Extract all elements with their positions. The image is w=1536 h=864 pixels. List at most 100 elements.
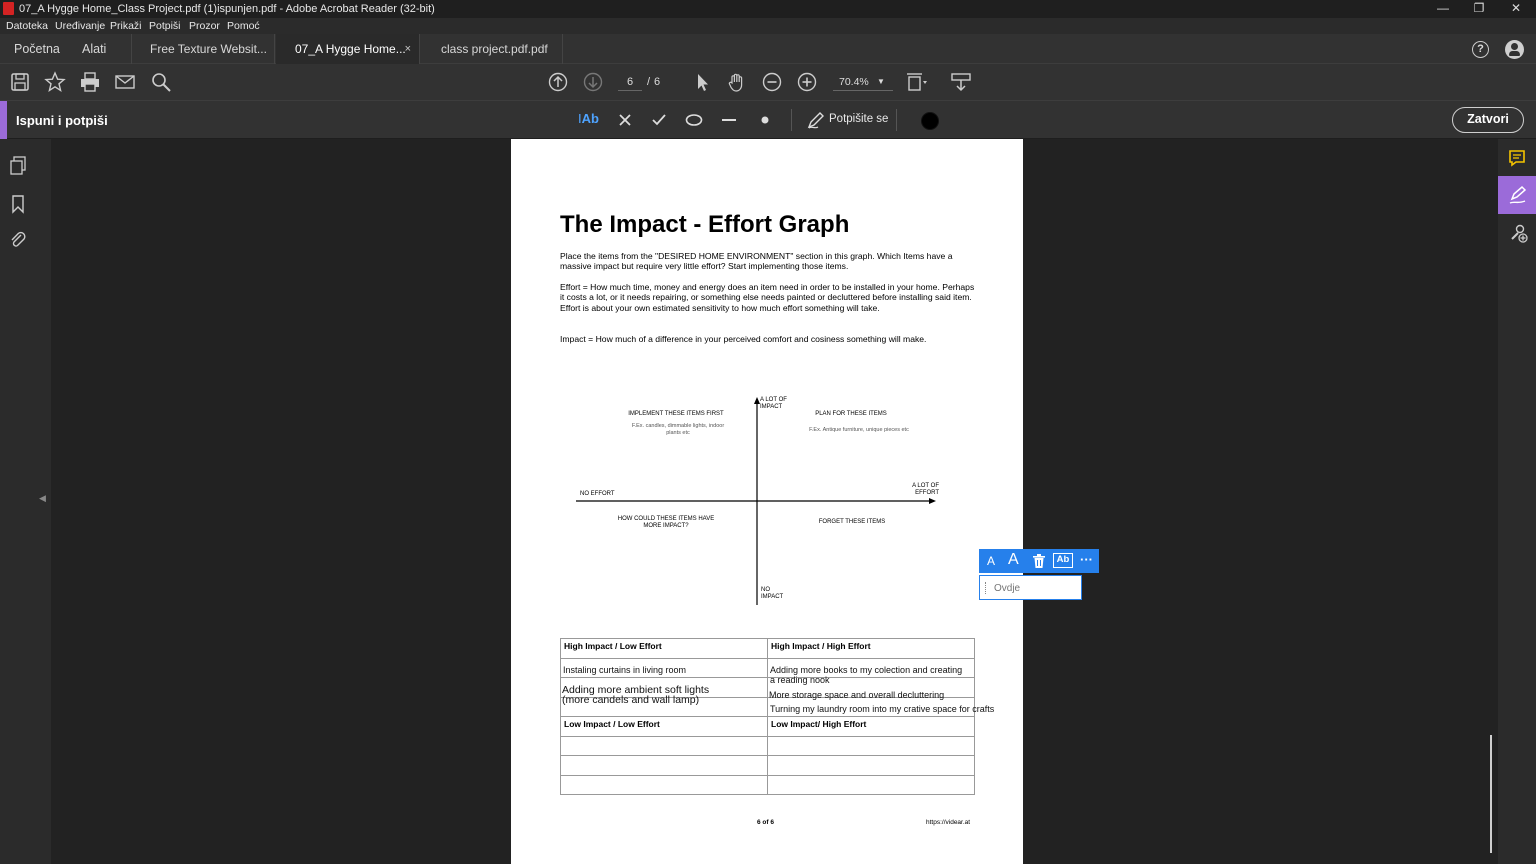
fill-sign-pen-icon xyxy=(1509,185,1527,204)
menu-sign[interactable]: Potpiši xyxy=(149,20,181,32)
title-bar: 07_A Hygge Home_Class Project.pdf (1)isp… xyxy=(0,0,1536,18)
right-tools-panel xyxy=(1498,139,1536,864)
dot-tool[interactable] xyxy=(755,110,775,130)
minimize-button[interactable]: — xyxy=(1425,1,1461,17)
more-tools-icon[interactable] xyxy=(1508,223,1528,243)
graph-left-axis-label: NO EFFORT xyxy=(580,491,615,497)
menu-file[interactable]: Datoteka xyxy=(6,20,48,32)
menu-help[interactable]: Pomoć xyxy=(227,20,260,32)
table-header-low-high: Low Impact/ High Effort xyxy=(767,716,975,737)
table-cell xyxy=(767,755,975,776)
comment-icon[interactable] xyxy=(1508,148,1526,168)
zoom-in-icon[interactable] xyxy=(796,71,818,93)
menu-edit[interactable]: Uređivanje xyxy=(55,20,105,32)
fill-sign-title: Ispuni i potpiši xyxy=(16,113,108,128)
collapse-arrow-icon[interactable]: ◀ xyxy=(39,493,46,504)
graph-bottom-axis-label: NO IMPACT xyxy=(761,587,784,600)
acrobat-app-icon xyxy=(3,2,14,15)
line-tool[interactable] xyxy=(719,110,739,130)
next-page-icon[interactable] xyxy=(582,71,604,93)
menu-window[interactable]: Prozor xyxy=(189,20,220,32)
select-cursor-icon[interactable] xyxy=(692,71,714,93)
save-icon[interactable] xyxy=(9,71,31,93)
drag-handle-icon[interactable] xyxy=(985,582,987,594)
page-thumbnails-icon[interactable] xyxy=(9,156,27,176)
decrease-font-size-button[interactable]: A xyxy=(987,554,995,568)
table-cell xyxy=(560,735,768,756)
zoom-out-icon[interactable] xyxy=(761,71,783,93)
ellipse-tool[interactable] xyxy=(684,110,704,130)
page-total: 6 xyxy=(654,76,661,88)
filled-text-books[interactable]: Adding more books to my colection and cr… xyxy=(770,665,962,675)
quadrant-improve-title: HOW COULD THESE ITEMS HAVE MORE IMPACT? xyxy=(617,516,715,529)
color-picker-swatch[interactable] xyxy=(921,112,939,130)
tab-close-icon[interactable]: × xyxy=(405,34,411,64)
close-window-button[interactable]: ✕ xyxy=(1498,1,1534,17)
zoom-select[interactable]: 70.4% ▼ xyxy=(833,73,893,91)
email-icon[interactable] xyxy=(114,71,136,93)
table-cell xyxy=(767,735,975,756)
check-mark-tool[interactable] xyxy=(649,110,669,130)
tab-document-2-label: 07_A Hygge Home... xyxy=(295,42,406,56)
bookmark-star-icon[interactable] xyxy=(44,71,66,93)
close-fill-sign-button[interactable]: Zatvori xyxy=(1452,107,1524,133)
more-options-icon[interactable]: ··· xyxy=(1080,552,1093,567)
toolbar-divider-2 xyxy=(896,109,897,131)
tab-document-2[interactable]: 07_A Hygge Home... × xyxy=(276,34,420,64)
quadrant-plan-title: PLAN FOR THESE ITEMS xyxy=(815,411,887,417)
fill-sign-tool-button[interactable] xyxy=(1498,176,1536,214)
menu-view[interactable]: Prikaži xyxy=(110,20,142,32)
fit-page-icon[interactable] xyxy=(905,71,927,93)
help-icon[interactable]: ? xyxy=(1472,41,1489,58)
tab-document-3[interactable]: class project.pdf.pdf xyxy=(421,34,563,64)
add-text-tool-label: Ab xyxy=(581,111,599,126)
fill-sign-accent xyxy=(0,101,7,139)
filled-text-storage[interactable]: More storage space and overall declutter… xyxy=(769,690,944,700)
account-icon[interactable] xyxy=(1505,40,1524,59)
items-table: High Impact / Low Effort High Impact / Hi… xyxy=(560,638,975,795)
bookmarks-icon[interactable] xyxy=(10,194,26,214)
print-icon[interactable] xyxy=(79,71,101,93)
filled-text-curtains[interactable]: Instaling curtains in living room xyxy=(563,665,686,675)
filled-text-reading-nook[interactable]: a reading nook xyxy=(770,675,830,685)
text-field-toolbar: A A Ab ··· xyxy=(979,549,1099,573)
maximize-button[interactable]: ❐ xyxy=(1461,1,1497,17)
hand-tool-icon[interactable] xyxy=(726,71,748,93)
scroll-mode-icon[interactable] xyxy=(950,71,972,93)
add-text-tool[interactable]: IAb xyxy=(578,111,600,131)
left-navigation-panel xyxy=(0,139,35,864)
graph-right-axis-label: A LOT OF EFFORT xyxy=(912,483,939,496)
window-title: 07_A Hygge Home_Class Project.pdf (1)isp… xyxy=(19,3,435,15)
search-icon[interactable] xyxy=(150,71,172,93)
table-cell xyxy=(560,755,768,776)
vertical-scrollbar[interactable] xyxy=(1490,735,1492,853)
page-number-input[interactable]: 6 xyxy=(618,73,642,91)
comb-field-icon[interactable]: Ab xyxy=(1053,553,1073,568)
attachments-icon[interactable] xyxy=(9,230,27,250)
table-cell xyxy=(560,774,768,795)
quadrant-plan-example: F.Ex. Antique furniture, unique pieces e… xyxy=(809,427,909,433)
active-text-field[interactable] xyxy=(979,575,1082,600)
quadrant-implement-example: F.Ex. candles, dimmable lights, indoor p… xyxy=(631,423,725,436)
tab-home[interactable]: Početna xyxy=(14,34,60,64)
left-panel-collapse-strip[interactable]: ◀ xyxy=(35,139,51,864)
tab-document-1[interactable]: Free Texture Websit... xyxy=(131,34,275,64)
previous-page-icon[interactable] xyxy=(547,71,569,93)
graph-top-axis-label: A LOT OF IMPACT xyxy=(760,397,787,410)
pen-sign-icon xyxy=(807,112,824,129)
page-footer-number: 6 of 6 xyxy=(757,819,774,826)
delete-trash-icon[interactable] xyxy=(1031,553,1047,569)
table-header-high-high: High Impact / High Effort xyxy=(767,638,975,659)
cross-mark-tool[interactable] xyxy=(615,110,635,130)
tab-tools[interactable]: Alati xyxy=(82,34,106,64)
pdf-page: The Impact - Effort Graph Place the item… xyxy=(511,139,1023,864)
increase-font-size-button[interactable]: A xyxy=(1008,551,1019,569)
tab-bar: Početna Alati Free Texture Websit... 07_… xyxy=(0,34,1536,64)
table-header-high-low: High Impact / Low Effort xyxy=(560,638,768,659)
quadrant-implement-title: IMPLEMENT THESE ITEMS FIRST xyxy=(628,411,724,417)
filled-text-candles[interactable]: (more candels and wall lamp) xyxy=(562,695,699,706)
text-field-input[interactable] xyxy=(994,579,1078,597)
main-toolbar: 6 / 6 70.4% ▼ xyxy=(0,64,1536,101)
filled-text-laundry[interactable]: Turning my laundry room into my crative … xyxy=(770,704,994,714)
tab-document-1-label: Free Texture Websit... xyxy=(150,42,267,56)
